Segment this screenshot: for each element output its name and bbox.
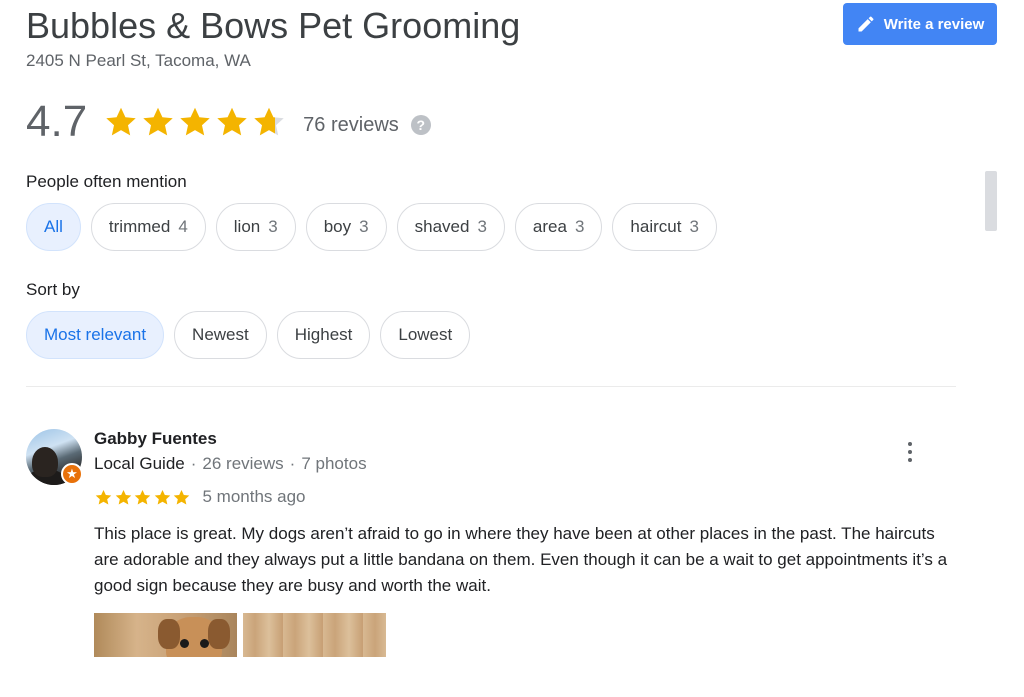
chip-count: 3 bbox=[477, 217, 487, 236]
sort-chips: Most relevant Newest Highest Lowest bbox=[26, 311, 471, 359]
reviewer-photo-count: 7 photos bbox=[301, 454, 367, 473]
mention-chips: All trimmed 4 lion 3 boy 3 shaved 3 area 3 haircut 3 bbox=[26, 203, 717, 251]
star-icon bbox=[134, 489, 151, 505]
review-photo-1[interactable] bbox=[94, 613, 237, 657]
reviewer-name[interactable]: Gabby Fuentes bbox=[94, 429, 217, 449]
divider bbox=[26, 386, 956, 387]
star-icon bbox=[106, 107, 136, 136]
star-icon bbox=[180, 107, 210, 136]
write-review-button[interactable]: Write a review bbox=[843, 3, 997, 45]
mention-chip-lion[interactable]: lion 3 bbox=[215, 203, 296, 251]
pencil-icon bbox=[858, 16, 874, 32]
chip-label: trimmed bbox=[108, 217, 171, 236]
meta-separator: · bbox=[289, 454, 296, 473]
star-icon bbox=[95, 489, 112, 505]
chip-count: 3 bbox=[689, 217, 699, 236]
star-icon bbox=[154, 489, 170, 505]
chip-label: Highest bbox=[294, 325, 353, 344]
review-stars bbox=[94, 488, 192, 507]
review-photo-2[interactable] bbox=[243, 613, 386, 657]
rating-summary: 4.7 76 reviews ? bbox=[26, 96, 431, 148]
chip-label: lion bbox=[233, 217, 261, 236]
star-icon bbox=[115, 489, 131, 505]
sort-option-newest[interactable]: Newest bbox=[174, 311, 267, 359]
reviewer-avatar[interactable]: ★ bbox=[26, 429, 83, 485]
dog-image bbox=[158, 617, 230, 657]
chip-count: 3 bbox=[268, 217, 278, 236]
chip-label: area bbox=[532, 217, 567, 236]
chip-label: shaved bbox=[414, 217, 470, 236]
chip-label: Lowest bbox=[398, 325, 453, 344]
chip-label: Most relevant bbox=[44, 325, 147, 344]
chip-count: 3 bbox=[359, 217, 369, 236]
review-rating: 5 months ago bbox=[94, 487, 306, 507]
business-address: 2405 N Pearl St, Tacoma, WA bbox=[26, 51, 251, 70]
sort-label: Sort by bbox=[26, 280, 80, 299]
chip-label: haircut bbox=[630, 217, 682, 236]
more-options-icon[interactable] bbox=[898, 438, 922, 466]
mention-chip-area[interactable]: area 3 bbox=[514, 203, 603, 251]
chip-count: 3 bbox=[574, 217, 585, 236]
local-guide-star-icon: ★ bbox=[61, 463, 83, 485]
local-guide-label: Local Guide bbox=[94, 454, 185, 473]
sort-option-lowest[interactable]: Lowest bbox=[380, 311, 471, 359]
mentions-label: People often mention bbox=[26, 172, 187, 191]
reviewer-review-count: 26 reviews bbox=[202, 454, 284, 473]
star-icon bbox=[173, 489, 190, 505]
rating-value: 4.7 bbox=[26, 97, 88, 146]
mention-chip-all[interactable]: All bbox=[26, 203, 81, 251]
star-icon bbox=[143, 107, 173, 136]
business-title: Bubbles & Bows Pet Grooming bbox=[26, 5, 521, 46]
reviewer-meta: Local Guide · 26 reviews · 7 photos bbox=[94, 454, 367, 474]
chip-label: Newest bbox=[192, 325, 249, 344]
review-time: 5 months ago bbox=[202, 487, 306, 506]
scrollbar[interactable] bbox=[985, 171, 997, 231]
star-icon bbox=[217, 107, 247, 136]
write-review-label: Write a review bbox=[883, 15, 985, 33]
mention-chip-trimmed[interactable]: trimmed 4 bbox=[90, 203, 206, 251]
mention-chip-boy[interactable]: boy 3 bbox=[305, 203, 387, 251]
chip-count: 4 bbox=[178, 217, 188, 236]
meta-separator: · bbox=[190, 454, 197, 473]
mention-chip-shaved[interactable]: shaved 3 bbox=[396, 203, 505, 251]
reviews-count-link[interactable]: 76 reviews bbox=[303, 114, 399, 137]
help-icon[interactable]: ? bbox=[410, 115, 431, 135]
chip-label: boy bbox=[323, 217, 352, 236]
review-text: This place is great. My dogs aren’t afra… bbox=[94, 524, 948, 595]
chip-label: All bbox=[44, 217, 63, 236]
sort-option-most-relevant[interactable]: Most relevant bbox=[26, 311, 165, 359]
star-icon bbox=[254, 107, 284, 136]
mention-chip-haircut[interactable]: haircut 3 bbox=[612, 203, 717, 251]
sort-option-highest[interactable]: Highest bbox=[276, 311, 371, 359]
rating-stars bbox=[103, 104, 287, 140]
